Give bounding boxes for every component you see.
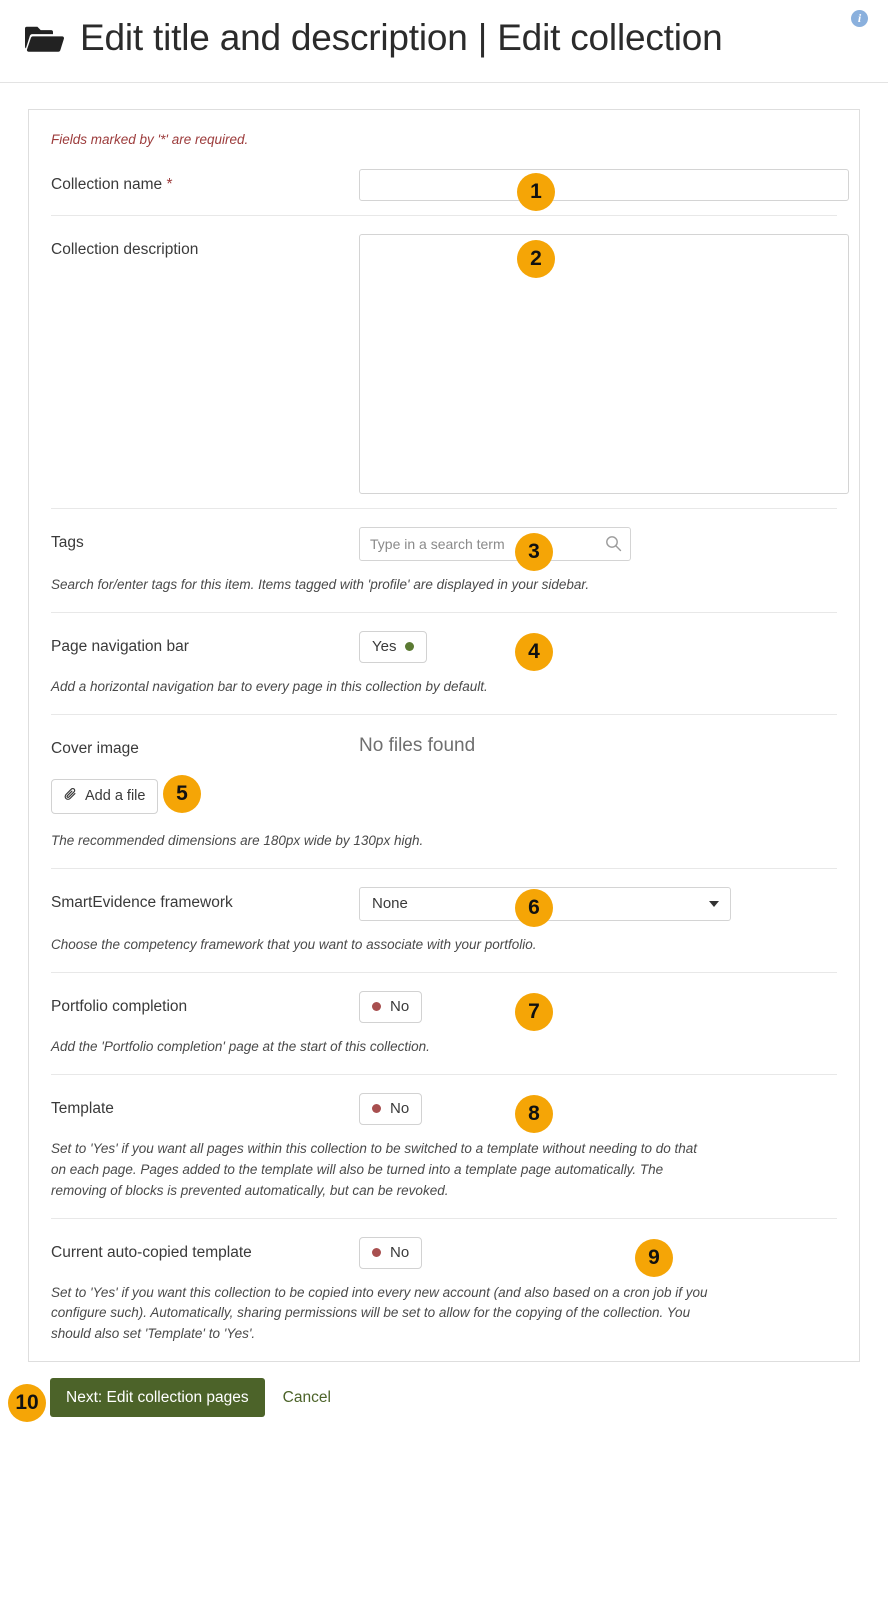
next-edit-collection-pages-button[interactable]: Next: Edit collection pages [50, 1378, 265, 1417]
page-navigation-bar-toggle-label: Yes [372, 638, 396, 656]
page-navigation-bar-label: Page navigation bar [51, 631, 283, 657]
page-navigation-bar-toggle[interactable]: Yes [359, 631, 427, 663]
collection-name-label: Collection name * [51, 169, 283, 195]
field-cover-image: Cover image No files found Add a file 5 … [51, 715, 837, 869]
current-auto-copied-template-label: Current auto-copied template [51, 1237, 283, 1263]
field-smartevidence-framework: SmartEvidence framework 6 None Choose th… [51, 869, 837, 973]
field-current-auto-copied-template: Current auto-copied template No 9 Set to… [51, 1219, 837, 1362]
smartevidence-framework-help-text: Choose the competency framework that you… [51, 935, 711, 956]
smartevidence-framework-label: SmartEvidence framework [51, 887, 283, 913]
field-tags: Tags 3 i Search for/ente [51, 509, 837, 613]
collection-name-input[interactable] [359, 169, 849, 201]
template-toggle[interactable]: No [359, 1093, 422, 1125]
add-a-file-button[interactable]: Add a file [51, 779, 158, 814]
required-fields-note: Fields marked by '*' are required. [51, 110, 837, 147]
header-info-icon[interactable]: i [851, 10, 868, 27]
page-title: Edit title and description | Edit collec… [80, 18, 723, 58]
form-footer: 10 Next: Edit collection pages Cancel [28, 1362, 860, 1437]
folder-open-icon [24, 23, 64, 60]
callout-badge-7: 7 [515, 993, 553, 1031]
toggle-off-dot-icon [372, 1248, 381, 1257]
callout-badge-2: 2 [517, 240, 555, 278]
callout-badge-6: 6 [515, 889, 553, 927]
page-header: Edit title and description | Edit collec… [0, 0, 888, 83]
callout-badge-10: 10 [8, 1384, 46, 1422]
callout-badge-8: 8 [515, 1095, 553, 1133]
field-template: Template 8 No Set to 'Yes' if you want a… [51, 1075, 837, 1219]
callout-badge-4: 4 [515, 633, 553, 671]
callout-badge-9: 9 [635, 1239, 673, 1277]
toggle-off-dot-icon [372, 1002, 381, 1011]
portfolio-completion-label: Portfolio completion [51, 991, 283, 1017]
collection-description-textarea[interactable] [359, 234, 849, 494]
portfolio-completion-toggle-label: No [390, 998, 409, 1016]
toggle-off-dot-icon [372, 1104, 381, 1113]
tags-search-input[interactable] [359, 527, 631, 561]
collection-description-label: Collection description [51, 234, 283, 260]
tags-label: Tags [51, 527, 283, 553]
cover-image-label: Cover image [51, 733, 283, 759]
required-asterisk: * [166, 176, 172, 193]
cover-image-help-text: The recommended dimensions are 180px wid… [51, 831, 711, 852]
field-collection-description: Collection description 2 [51, 216, 837, 509]
cover-image-status: No files found [359, 733, 475, 757]
cancel-link[interactable]: Cancel [283, 1389, 331, 1407]
edit-collection-form: Fields marked by '*' are required. Colle… [28, 109, 860, 1362]
field-page-navigation-bar: Page navigation bar 4 Yes Add a horizont… [51, 613, 837, 715]
current-auto-copied-template-toggle[interactable]: No [359, 1237, 422, 1269]
smartevidence-framework-selected-value: None [372, 895, 408, 912]
template-help-text: Set to 'Yes' if you want all pages withi… [51, 1139, 711, 1202]
callout-badge-5: 5 [163, 775, 201, 813]
page-navigation-bar-help-text: Add a horizontal navigation bar to every… [51, 677, 711, 698]
current-auto-copied-template-help-text: Set to 'Yes' if you want this collection… [51, 1283, 711, 1346]
template-label: Template [51, 1093, 283, 1119]
callout-badge-3: 3 [515, 533, 553, 571]
add-a-file-button-label: Add a file [85, 788, 145, 804]
tags-help-text: Search for/enter tags for this item. Ite… [51, 575, 711, 596]
toggle-on-dot-icon [405, 642, 414, 651]
template-toggle-label: No [390, 1100, 409, 1118]
portfolio-completion-toggle[interactable]: No [359, 991, 422, 1023]
portfolio-completion-help-text: Add the 'Portfolio completion' page at t… [51, 1037, 711, 1058]
current-auto-copied-template-toggle-label: No [390, 1244, 409, 1262]
collection-name-label-text: Collection name [51, 176, 162, 193]
field-collection-name: Collection name * 1 [51, 151, 837, 216]
paperclip-icon [64, 787, 78, 806]
callout-badge-1: 1 [517, 173, 555, 211]
edit-collection-page: Edit title and description | Edit collec… [0, 0, 888, 1609]
field-portfolio-completion: Portfolio completion 7 No Add the 'Portf… [51, 973, 837, 1075]
